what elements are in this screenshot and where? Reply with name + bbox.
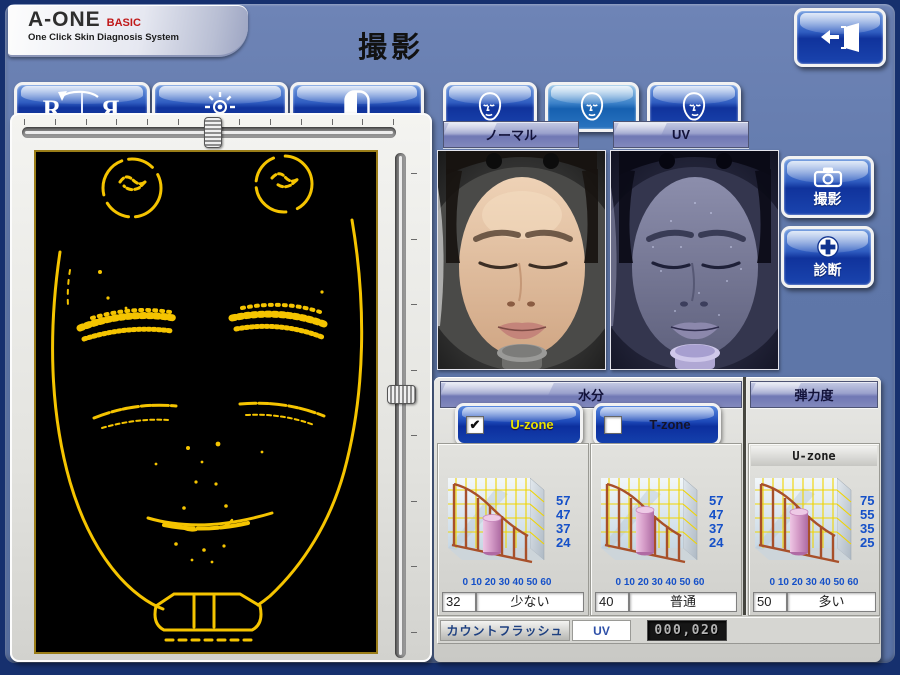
application-window: A-ONE BASIC One Click Skin Diagnosis Syst… — [0, 0, 900, 675]
count-flash-label: カウントフラッシュ — [440, 620, 570, 641]
capture-button[interactable]: 撮影 — [781, 156, 874, 218]
measured-value-cylinder — [483, 515, 501, 556]
count-flash-bar: カウントフラッシュ UV 000,020 — [437, 617, 880, 644]
horizontal-slider-thumb[interactable] — [204, 117, 222, 148]
tab-elasticity-label: 弾力度 — [794, 385, 833, 404]
elasticity-chart-plot — [749, 472, 861, 574]
moisture-chart-2-plot — [595, 472, 707, 574]
x-axis-ticks: 0 10 20 30 40 50 60 — [605, 577, 715, 588]
y-tick: 47 — [556, 508, 582, 522]
t-zone-label: T-zone — [622, 417, 718, 432]
x-axis-ticks: 0 10 20 30 40 50 60 — [452, 577, 562, 588]
diagnose-button-label: 診断 — [814, 260, 842, 280]
face-angle-right-icon — [681, 91, 707, 123]
elasticity-chart-title: U-zone — [751, 446, 877, 466]
measured-value: 40 — [595, 592, 629, 612]
y-tick: 47 — [709, 508, 735, 522]
face-angle-left-icon — [477, 91, 503, 123]
face-front-icon — [579, 91, 605, 123]
uv-photo-label-text: UV — [672, 127, 690, 142]
tab-moisture-label: 水分 — [578, 385, 604, 404]
diagnose-button[interactable]: 診断 — [781, 226, 874, 288]
plus-cross-icon — [815, 235, 841, 259]
y-tick: 24 — [709, 536, 735, 550]
t-zone-toggle[interactable]: T-zone — [593, 403, 721, 446]
y-tick: 57 — [556, 494, 582, 508]
normal-photo-label: ノーマル — [443, 121, 579, 148]
measured-value-cylinder — [636, 507, 654, 556]
moisture-chart-2: 57 47 37 24 0 10 20 30 40 50 60 40 普通 — [590, 443, 742, 616]
measured-value: 32 — [442, 592, 476, 612]
measured-value-cylinder — [790, 509, 808, 556]
uv-face-photo — [610, 150, 779, 370]
analysis-panel: 水分 弾力度 ✔ U-zone T-zone — [434, 377, 881, 662]
logo-subtitle: One Click Skin Diagnosis System — [8, 32, 248, 43]
vertical-slider-ticks — [411, 173, 417, 633]
vertical-slider-track[interactable] — [395, 153, 406, 658]
tab-elasticity[interactable]: 弾力度 — [750, 381, 878, 408]
u-zone-checkbox[interactable]: ✔ — [466, 416, 484, 434]
flash-counter-display: 000,020 — [647, 620, 727, 641]
flash-mode-value: UV — [572, 620, 631, 641]
exit-button[interactable] — [794, 8, 886, 67]
capture-button-label: 撮影 — [814, 189, 842, 209]
elasticity-chart: U-zone — [748, 443, 880, 616]
y-tick: 37 — [556, 522, 582, 536]
y-tick: 75 — [860, 494, 886, 508]
section-divider — [743, 377, 747, 615]
assessment: 少ない — [476, 592, 584, 612]
logo-title: A-ONE — [28, 8, 101, 31]
app-logo: A-ONE BASIC One Click Skin Diagnosis Syst… — [8, 5, 248, 57]
camera-icon — [813, 166, 843, 188]
edge-detection-preview — [34, 150, 378, 654]
moisture-chart-1-plot — [442, 472, 554, 574]
y-tick: 35 — [860, 522, 886, 536]
page-title: 撮影 — [306, 24, 476, 66]
u-zone-label: U-zone — [484, 417, 580, 432]
exit-door-left-arrow-icon — [818, 21, 862, 55]
y-tick: 24 — [556, 536, 582, 550]
measured-value: 50 — [753, 592, 787, 612]
assessment: 普通 — [629, 592, 737, 612]
y-tick: 57 — [709, 494, 735, 508]
normal-face-photo — [437, 150, 606, 370]
u-zone-checkmark: ✔ — [470, 418, 481, 431]
assessment: 多い — [787, 592, 876, 612]
edge-face-image — [36, 152, 376, 652]
moisture-chart-1: 57 47 37 24 0 10 20 30 40 50 60 32 少ない — [437, 443, 589, 616]
logo-badge: BASIC — [107, 17, 141, 29]
uv-photo-label: UV — [613, 121, 749, 148]
y-tick: 55 — [860, 508, 886, 522]
normal-photo-label-text: ノーマル — [485, 125, 537, 144]
y-tick: 37 — [709, 522, 735, 536]
viewer-panel — [10, 113, 432, 662]
y-tick: 25 — [860, 536, 886, 550]
x-axis-ticks: 0 10 20 30 40 50 60 — [759, 577, 869, 588]
u-zone-toggle[interactable]: ✔ U-zone — [455, 403, 583, 446]
t-zone-checkbox[interactable] — [604, 416, 622, 434]
